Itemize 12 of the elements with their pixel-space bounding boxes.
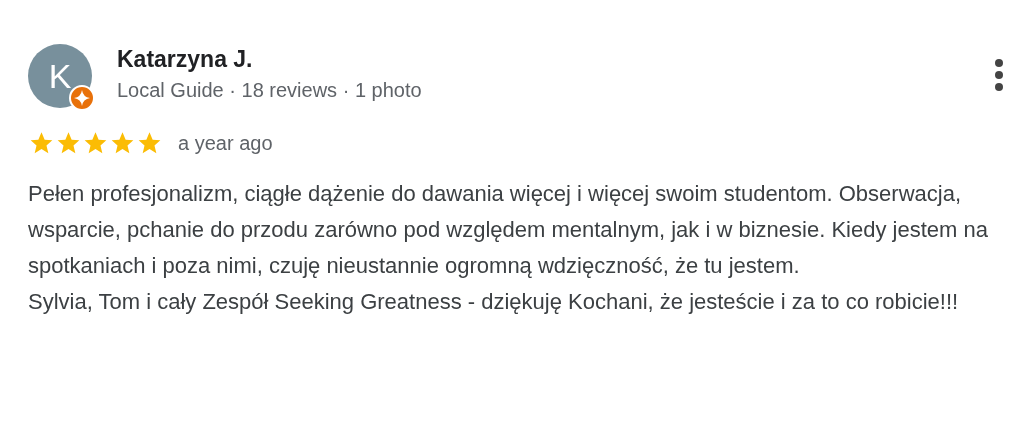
review-time: a year ago [178,131,273,155]
star-icon [109,130,136,156]
star-icon [136,130,163,156]
review-text: Sylvia, Tom i cały Zespół Seeking Greatness - dziękuję Kochani, że jesteście i za to co robicie!!! [28,288,960,316]
star-icon [55,130,82,156]
more-options-icon[interactable] [994,58,1004,92]
star-icon [82,130,109,156]
star-icon [28,130,55,156]
author-meta: Local Guide · 18 reviews · 1 photo [117,79,422,102]
review-text: Pełen profesjonalizm, ciągłe dążenie do dawania więcej i więcej swoim studentom. Obserwacja, wsparcie, pchanie do przodu zarówno pod względem mentalnym, jak i w biznesie. Kiedy jestem na spotkaniach i poza nimi, czuję nieustannie ogromną wdzięczność, że tu jestem. [28,180,989,280]
local-guide-badge-icon [69,85,95,111]
author-name[interactable]: Katarzyna J. [117,46,422,73]
